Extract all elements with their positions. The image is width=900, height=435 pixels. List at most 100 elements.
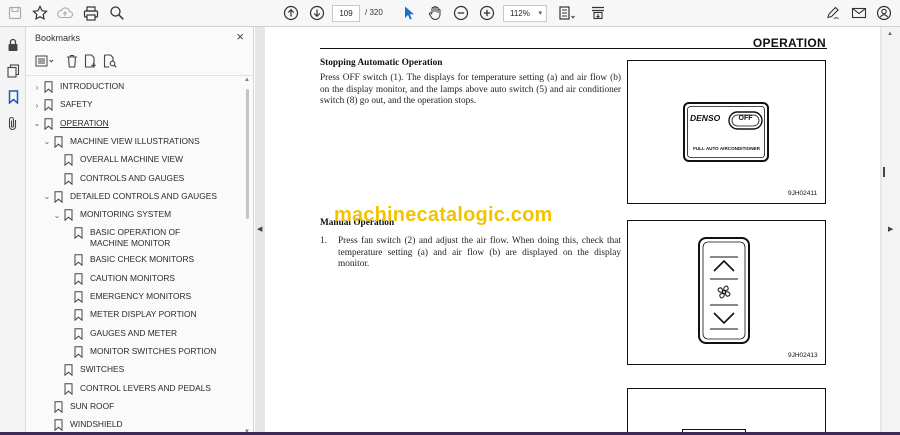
chevron-down-icon[interactable]: ⌄ [42, 136, 52, 148]
zoom-in-icon[interactable] [477, 3, 497, 23]
bookmark-item[interactable]: GAUGES AND METER [62, 328, 220, 344]
top-toolbar: 109 / 320 112% ▾ [0, 0, 900, 27]
page-up-icon[interactable] [281, 3, 301, 23]
bookmark-label: METER DISPLAY PORTION [90, 309, 197, 320]
bookmark-item[interactable]: SUN ROOF [42, 401, 220, 417]
bookmark-item[interactable]: BASIC CHECK MONITORS [62, 254, 220, 270]
bookmark-item[interactable]: ⌄ MONITORING SYSTEM [52, 209, 220, 225]
bookmark-label: OPERATION [60, 117, 109, 128]
bookmark-item[interactable]: MONITOR SWITCHES PORTION [62, 346, 220, 362]
left-tool-rail [0, 27, 26, 435]
scroll-thumb[interactable] [246, 89, 249, 219]
bookmark-item[interactable]: ⌄ DETAILED CONTROLS AND GAUGES [42, 191, 220, 207]
print-icon[interactable] [81, 3, 101, 23]
bookmark-item[interactable]: METER DISPLAY PORTION [62, 309, 220, 325]
bookmark-flag-icon [74, 327, 85, 340]
scroll-position-marker[interactable] [883, 167, 885, 177]
bookmark-label: BASIC CHECK MONITORS [90, 254, 195, 265]
select-cursor-icon[interactable] [399, 3, 419, 23]
bookmark-item[interactable]: CONTROLS AND GAUGES [52, 173, 220, 189]
zoom-out-icon[interactable] [451, 3, 471, 23]
bookmark-flag-icon [54, 401, 65, 413]
close-icon[interactable]: × [236, 30, 244, 44]
bookmark-item[interactable]: ⌄ OPERATION [32, 118, 220, 134]
bookmark-flag-icon [44, 81, 55, 93]
zoom-value: 112% [510, 9, 530, 18]
zoom-dropdown[interactable]: 112% ▾ [503, 5, 547, 22]
bookmark-item[interactable]: › INTRODUCTION [32, 81, 220, 97]
bookmark-item[interactable]: ⌄ MACHINE VIEW ILLUSTRATIONS [42, 136, 220, 152]
scroll-mode-icon[interactable] [588, 3, 608, 23]
panel-scrollbar[interactable]: ▲ ▼ [244, 77, 250, 435]
bookmark-label: INTRODUCTION [60, 81, 125, 91]
bookmark-star-icon[interactable] [30, 3, 50, 23]
bookmark-flag-icon [44, 99, 55, 112]
expand-right-panel-icon[interactable]: ▶ [888, 225, 893, 233]
panel-caption: FULL AUTO AIRCONDITIONER [693, 146, 760, 151]
attachment-icon[interactable] [4, 114, 22, 132]
chevron-down-icon[interactable]: ⌄ [52, 209, 62, 221]
bookmark-flag-icon [54, 136, 65, 148]
bookmark-label: SAFETY [60, 99, 93, 110]
cloud-upload-icon[interactable] [55, 3, 75, 23]
chevron-right-icon[interactable]: › [32, 99, 42, 111]
bookmark-item[interactable]: CAUTION MONITORS [62, 273, 220, 289]
page-down-icon[interactable] [307, 3, 327, 23]
step-text: Press fan switch (2) and adjust the air … [338, 236, 621, 270]
copy-icon[interactable] [4, 62, 22, 80]
figure-off-switch: DENSO OFF FULL AUTO AIRCONDITIONER 9JH02… [627, 60, 826, 204]
bookmark-flag-icon [74, 254, 85, 267]
bookmark-label: CONTROL LEVERS AND PEDALS [80, 382, 211, 393]
zoom-search-icon[interactable] [107, 3, 127, 23]
collapse-panel-icon[interactable]: ◀ [257, 225, 262, 233]
lock-icon[interactable] [4, 36, 22, 54]
sign-pen-icon[interactable] [823, 3, 843, 23]
chevron-down-icon[interactable]: ⌄ [42, 191, 52, 203]
bookmarks-panel: Bookmarks × › INTRODUCTION › SAFETY ⌄ OPERATI… [26, 27, 254, 435]
bookmark-flag-icon [74, 272, 85, 285]
bookmark-item[interactable]: CONTROL LEVERS AND PEDALS [52, 383, 220, 399]
hand-pan-icon[interactable] [425, 3, 445, 23]
bookmark-label: SWITCHES [80, 364, 125, 375]
bookmark-flag-icon [64, 154, 75, 167]
bookmark-flag-icon [64, 364, 75, 377]
options-menu-icon[interactable] [34, 53, 56, 69]
delete-bookmark-icon[interactable] [64, 53, 80, 69]
bookmark-item[interactable]: OVERALL MACHINE VIEW [52, 154, 220, 170]
chevron-down-icon[interactable]: ⌄ [32, 118, 42, 130]
add-bookmark-icon[interactable] [83, 53, 99, 69]
bookmark-label: MONITORING SYSTEM [80, 209, 172, 220]
page-total: / 320 [365, 8, 383, 17]
save-icon[interactable] [5, 3, 25, 23]
bookmark-item[interactable]: EMERGENCY MONITORS [62, 291, 220, 307]
bookmark-tree: › INTRODUCTION › SAFETY ⌄ OPERATION ⌄ MACHINE V… [26, 77, 244, 435]
bookmark-flag-icon [64, 382, 75, 395]
bookmark-flag-icon [74, 309, 85, 322]
bookmark-icon[interactable] [4, 88, 22, 106]
paragraph-stopping: Press OFF switch (1). The displays for t… [320, 73, 621, 107]
bookmark-item[interactable]: SWITCHES [52, 364, 220, 380]
bookmark-label: EMERGENCY MONITORS [90, 291, 192, 301]
page-fit-icon[interactable] [557, 3, 577, 23]
share-mail-icon[interactable] [849, 3, 869, 23]
bookmark-item[interactable]: › SAFETY [32, 99, 220, 115]
scroll-up-icon[interactable]: ▲ [244, 77, 250, 83]
heading-stopping-automatic: Stopping Automatic Operation [320, 58, 443, 68]
bookmark-label: BASIC OPERATION OF MACHINE MONITOR [90, 227, 181, 249]
bookmark-label: MACHINE VIEW ILLUSTRATIONS [70, 135, 200, 146]
scroll-up-icon[interactable]: ▲ [887, 31, 893, 37]
account-icon[interactable] [874, 3, 894, 23]
bookmark-flag-icon [74, 346, 85, 358]
chevron-right-icon[interactable]: › [32, 81, 42, 93]
page-number-input[interactable]: 109 [332, 5, 360, 22]
figure-partial [627, 388, 826, 435]
bookmark-item[interactable]: BASIC OPERATION OF MACHINE MONITOR [62, 227, 220, 253]
find-bookmark-icon[interactable] [102, 53, 118, 69]
